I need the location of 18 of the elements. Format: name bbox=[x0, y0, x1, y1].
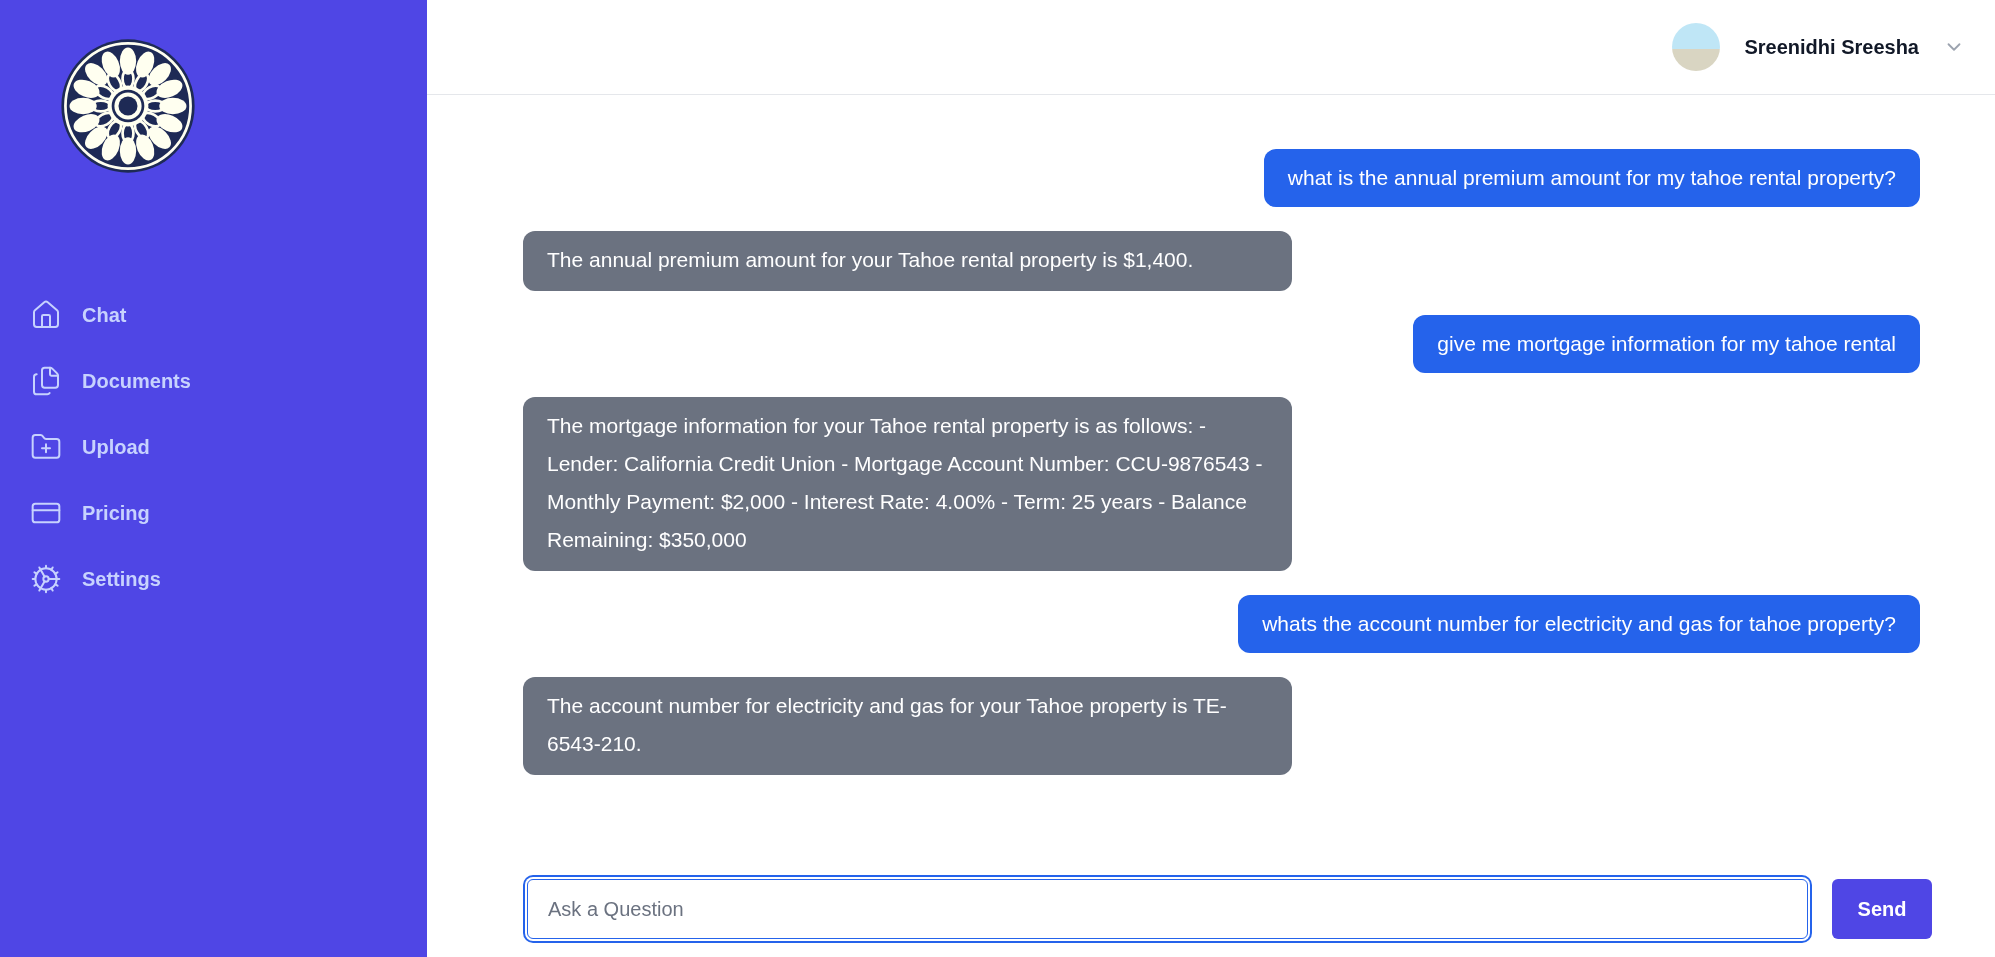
user-message: give me mortgage information for my tahoe rental bbox=[1413, 315, 1920, 373]
nav-link[interactable]: Settings bbox=[30, 558, 427, 600]
question-input[interactable]: Ask a Question bbox=[527, 879, 1808, 939]
house-icon bbox=[30, 299, 62, 331]
avatar-photo-placeholder[interactable] bbox=[1672, 23, 1721, 71]
nav-link[interactable]: Documents bbox=[30, 360, 427, 402]
nav-link[interactable]: Upload bbox=[30, 426, 427, 468]
assistant-message: The account number for electricity and gas for your Tahoe property is TE-6543-210. bbox=[523, 677, 1292, 775]
assistant-message: The annual premium amount for your Tahoe rental property is $1,400. bbox=[523, 231, 1292, 291]
nav-link[interactable]: Chat bbox=[30, 294, 427, 336]
user-message: what is the annual premium amount for my tahoe rental property? bbox=[1263, 149, 1920, 207]
assistant-message: The mortgage information for your Tahoe rental property is as follows: - Lender: California Credit Union - Mortgage Account Number: CCU-9876543 - Monthly Payment: $2,000 - Interest Rate: 4.00% - Term: 25 years - Balance Remaining: $350,000 bbox=[523, 397, 1292, 571]
send-button[interactable]: Send bbox=[1832, 879, 1932, 939]
user-message: whats the account number for electricity and gas for tahoe property? bbox=[1238, 595, 1920, 653]
user-name[interactable]: Sreenidhi Sreesha bbox=[1744, 35, 1919, 59]
documents-icon bbox=[30, 365, 62, 397]
gear-icon bbox=[30, 563, 62, 595]
nav-link[interactable]: Pricing bbox=[30, 492, 427, 534]
